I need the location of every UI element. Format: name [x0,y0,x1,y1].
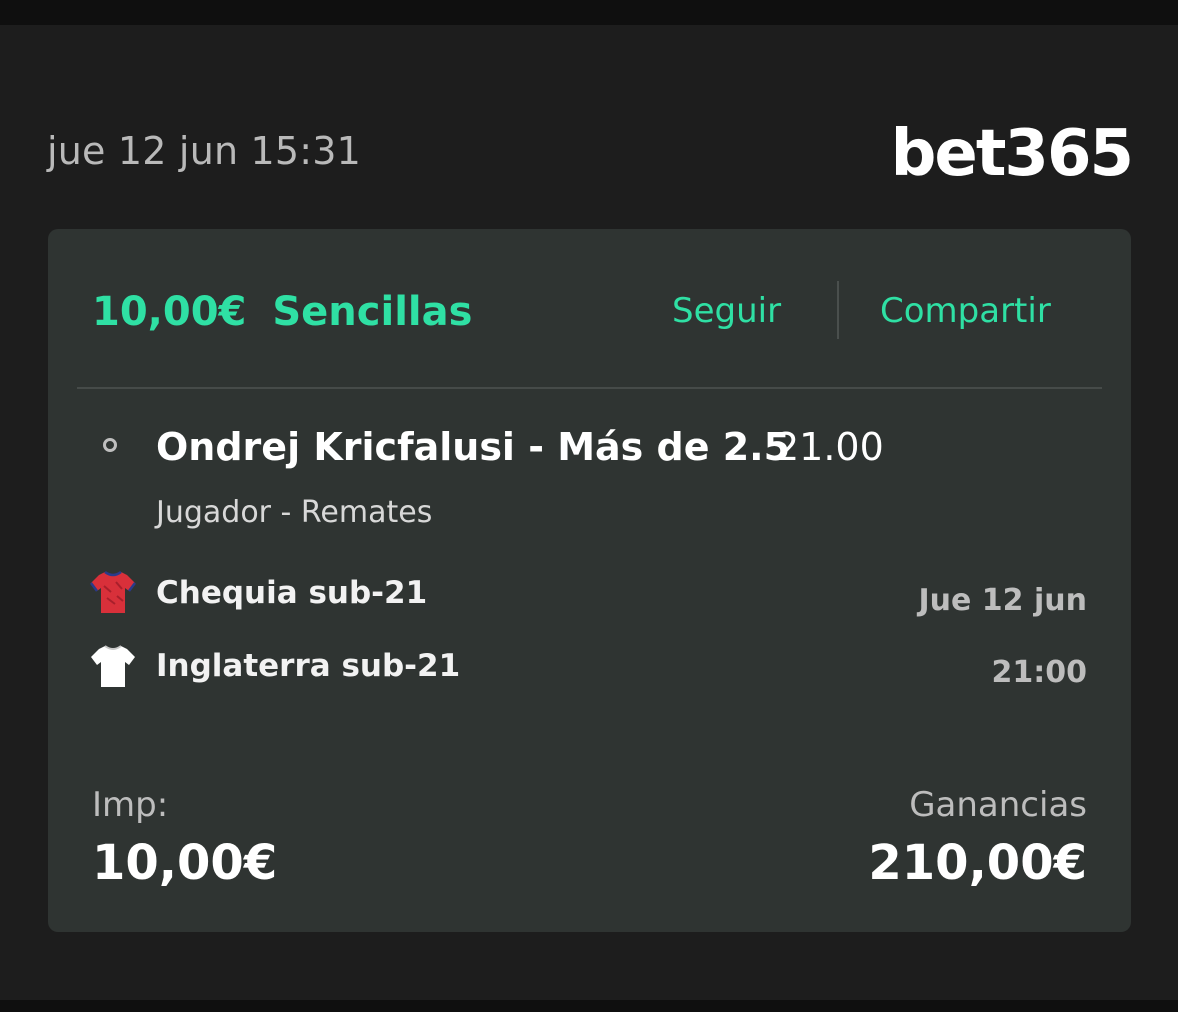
event-date: Jue 12 jun [918,583,1087,618]
selection-status-icon [103,438,117,452]
follow-button[interactable]: Seguir [672,291,781,331]
bet-type: Sencillas [272,289,473,335]
returns-label: Ganancias [909,785,1087,825]
shirt-icon [91,645,135,687]
returns-value: 210,00€ [868,835,1087,891]
selection-odds: 21.00 [775,425,884,469]
bet-datetime: jue 12 jun 15:31 [47,129,362,173]
separator [77,387,1102,389]
bet-receipt-screen: jue 12 jun 15:31 bet365 10,00€ Sencillas … [0,25,1178,1000]
event-time: 21:00 [991,655,1088,690]
stake-value: 10,00€ [92,835,278,891]
brand-logo: bet365 [890,117,1134,191]
market-name: Jugador - Remates [156,495,433,530]
bottom-bar [0,1000,1178,1012]
share-button[interactable]: Compartir [880,291,1051,331]
team-away: Inglaterra sub-21 [156,648,461,684]
bet-title: 10,00€ Sencillas [92,289,472,335]
stake-label: Imp: [92,785,169,825]
selection-name: Ondrej Kricfalusi - Más de 2.5 [156,425,791,469]
stake-amount: 10,00€ [92,289,247,335]
bet-card: 10,00€ Sencillas Seguir Compartir Ondrej … [48,229,1131,932]
shirt-icon [90,570,136,613]
action-divider [837,281,839,339]
team-home: Chequia sub-21 [156,575,428,611]
